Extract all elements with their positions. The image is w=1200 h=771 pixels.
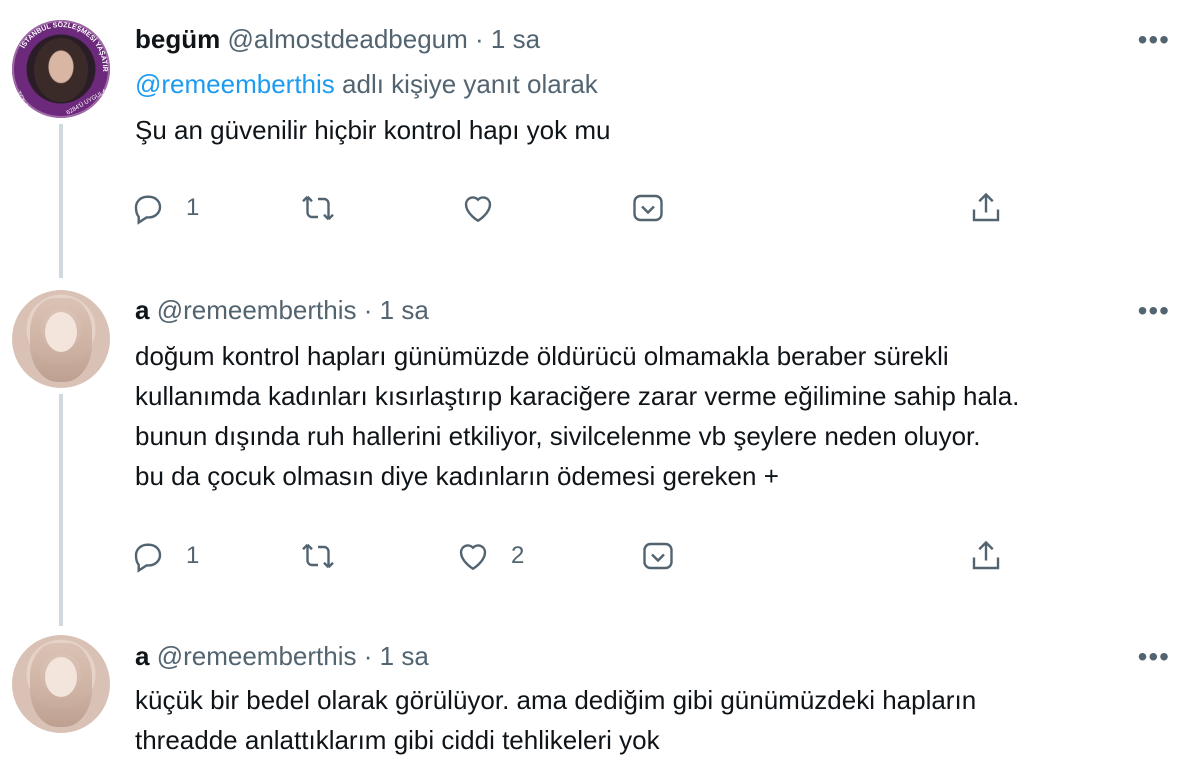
avatar-photo-face [45,657,77,697]
timestamp[interactable]: 1 sa [491,24,540,54]
tweet-3[interactable]: a @remeemberthis · 1 sa ••• küçük bir be… [0,625,1200,771]
svg-text:TCK-103: TCK-103 [15,91,33,115]
reply-button[interactable]: 1 [130,536,199,576]
retweet-icon [302,543,334,569]
tweet-2[interactable]: a @remeemberthis · 1 sa ••• doğum kontro… [0,280,1200,626]
timestamp[interactable]: 1 sa [380,295,429,325]
more-options-button[interactable]: ••• [1138,26,1170,54]
like-count: 2 [511,542,525,569]
tweet-actions: 1 [130,188,1030,228]
avatar-badge-ring: İSTANBUL SÖZLEŞMESİ YAŞATIR TCK-103 6284… [15,20,108,117]
reply-button[interactable]: 1 [130,188,199,228]
thread-line [59,394,63,626]
revue-icon [643,542,673,570]
reply-context: @remeemberthis adlı kişiye yanıt olarak [135,69,598,99]
tweet-text-line: doğum kontrol hapları günümüzde öldürücü… [135,341,949,371]
retweet-icon [302,195,334,221]
share-button[interactable] [968,188,1004,228]
tweet-text-line: bu da çocuk olmasın diye kadınların ödem… [135,461,779,491]
retweet-button[interactable] [300,188,336,228]
tweet-text-line: Şu an güvenilir hiçbir kontrol hapı yok … [135,115,611,145]
share-button[interactable] [968,536,1004,576]
separator-dot: · [363,295,373,325]
thread-line [59,124,63,278]
reply-icon [134,543,162,573]
user-handle[interactable]: @remeemberthis [157,641,357,671]
reply-context-text: adlı kişiye yanıt olarak [334,69,598,99]
user-handle[interactable]: @remeemberthis [157,295,357,325]
share-icon [972,192,1000,222]
share-icon [972,540,1000,570]
tweet-header: a @remeemberthis · 1 sa [135,641,429,671]
tweet-header: a @remeemberthis · 1 sa [135,295,429,325]
tweet-text-line: bunun dışında ruh hallerini etkiliyor, s… [135,421,981,451]
revue-button[interactable] [630,188,666,228]
user-handle[interactable]: @almostdeadbegum [227,24,467,54]
reply-mention-link[interactable]: @remeemberthis [135,69,335,99]
revue-icon [633,194,663,222]
like-icon [464,196,492,223]
display-name[interactable]: a [135,295,149,325]
tweet-text: küçük bir bedel olarak görülüyor. ama de… [135,680,976,760]
tweet-header: begüm @almostdeadbegum · 1 sa [135,24,540,54]
avatar-remeemberthis[interactable] [12,290,110,388]
tweet-text-line: küçük bir bedel olarak görülüyor. ama de… [135,685,977,715]
svg-text:İSTANBUL SÖZLEŞMESİ YAŞATIR: İSTANBUL SÖZLEŞMESİ YAŞATIR [19,20,108,72]
separator-dot: · [475,24,484,54]
tweet-text: doğum kontrol hapları günümüzde öldürücü… [135,336,1019,496]
reply-count: 1 [186,194,200,221]
tweet-text: Şu an güvenilir hiçbir kontrol hapı yok … [135,110,610,150]
avatar-photo-face [45,312,77,352]
tweet-text-line: threadde anlattıklarım gibi ciddi tehlik… [135,725,660,755]
revue-button[interactable] [640,536,676,576]
like-icon [459,544,487,571]
more-options-button[interactable]: ••• [1138,643,1170,671]
tweet-text-line: kullanımda kadınları kısırlaştırıp karac… [135,381,1020,411]
reply-count: 1 [186,542,200,569]
tweet-actions: 1 2 [130,536,1030,576]
svg-text:6284'Ü UYGULA: 6284'Ü UYGULA [65,88,108,117]
like-button[interactable] [460,188,496,228]
like-button[interactable]: 2 [455,536,524,576]
display-name[interactable]: a [135,641,149,671]
tweet-1[interactable]: İSTANBUL SÖZLEŞMESİ YAŞATIR TCK-103 6284… [0,0,1200,280]
retweet-button[interactable] [300,536,336,576]
display-name[interactable]: begüm [135,24,220,54]
avatar-remeemberthis[interactable] [12,635,110,733]
reply-icon [134,195,162,225]
separator-dot: · [363,641,373,671]
timestamp[interactable]: 1 sa [380,641,429,671]
avatar-begum[interactable]: İSTANBUL SÖZLEŞMESİ YAŞATIR TCK-103 6284… [12,20,110,118]
more-options-button[interactable]: ••• [1138,297,1170,325]
